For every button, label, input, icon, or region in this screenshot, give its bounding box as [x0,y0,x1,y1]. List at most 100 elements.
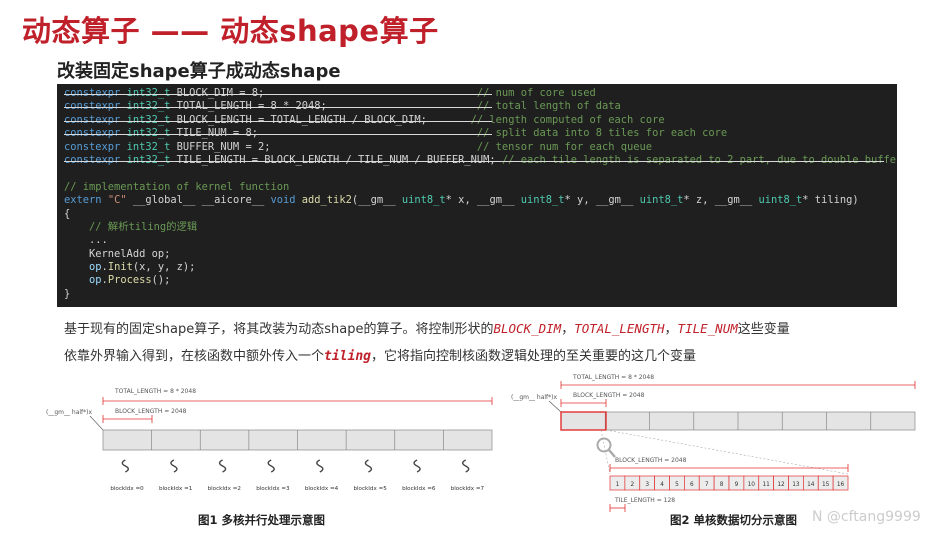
fig2-tile-number: 9 [735,482,739,488]
desc-var-total-length: TOTAL_LENGTH [574,321,665,336]
fig2-tile: 11 [758,475,774,491]
code-line-close-brace: } [64,287,71,300]
fig2-tile-number: 10 [748,482,756,488]
slide-title: 动态算子 —— 动态shape算子 [22,14,439,48]
code-line-init: op.Init(x, y, z); [89,261,196,274]
fig2-tile: 3 [639,475,655,491]
fig2-tile-number: 16 [837,482,845,488]
fig1-core-label: blockIdx =6 [402,486,436,492]
fig2-block-label: BLOCK_LENGTH = 2048 [573,392,645,399]
fig2-tile-number: 2 [630,482,634,488]
desc-text-1b: 这些变量 [737,322,790,337]
fig1-core-squiggle-icon [462,459,470,473]
fig1-core: blockIdx =2 [208,459,241,492]
fig2-input-label: (__gm__ half*)x [511,394,558,401]
fig1-core: blockIdx =3 [256,459,290,492]
fig1-core-groups: blockIdx =0 blockIdx =1 blockIdx =2 blockId… [110,459,485,492]
fig1-input-label: (__gm__ half*)x [46,409,93,416]
code-line-process: op.Process(); [89,274,171,287]
fig1-core-label: blockIdx =4 [305,486,339,492]
fig1-core-squiggle-icon [121,459,129,473]
code-line-kerneladd: KernelAdd op; [64,247,171,260]
fig2-tile-number: 5 [675,482,679,488]
fig1-core: blockIdx =0 [110,459,144,492]
figure-1-diagram: TOTAL_LENGTH = 8 * 2048 BLOCK_LENGTH = 2… [46,388,493,492]
desc-text-2b: ，它将指向控制核函数逻辑处理的至关重要的这几个变量 [370,349,696,364]
code-line-tiling-comment: // 解析tiling的逻辑 [89,220,198,233]
fig1-core: blockIdx =7 [451,459,485,492]
fig1-block-label: BLOCK_LENGTH = 2048 [115,408,187,415]
fig2-tile: 15 [817,475,834,491]
description-line-1: 基于现有的固定shape算子，将其改装为动态shape的算子。将控制形状的BLO… [64,318,790,337]
fig1-core-squiggle-icon [316,459,324,473]
fig2-tile: 13 [788,475,804,491]
fig2-tile: 6 [684,475,700,491]
fig2-tile: 14 [803,475,819,491]
fig1-core: blockIdx =5 [353,459,387,492]
fig2-input-leader [548,400,562,413]
fig2-tile: 2 [624,475,641,491]
fig1-total-label: TOTAL_LENGTH = 8 * 2048 [114,388,196,395]
fig2-tile-number: 6 [690,482,694,488]
desc-sep-1: ， [561,322,575,337]
code-line-ellipsis: ... [64,234,108,247]
fig2-tile: 12 [773,475,789,491]
fig2-tile-label: TILE_LENGTH = 128 [614,497,675,504]
code-line-open-brace: { [64,207,71,220]
desc-sep-2: ， [664,322,678,337]
desc-text-1a: 基于现有的固定shape算子，将其改装为动态shape的算子。将控制形状的 [64,322,494,337]
code-line-signature: extern "C" __global__ __aicore__ void ad… [64,194,859,207]
code-line-comment: // implementation of kernel function [64,180,290,193]
fig2-tile-number: 13 [792,482,800,488]
fig1-core: blockIdx =6 [402,459,436,492]
fig1-core: blockIdx =4 [305,459,339,492]
fig2-tile-number: 15 [822,482,830,488]
fig2-tile: 1 [609,475,626,491]
fig2-tile: 4 [654,475,670,491]
fig1-core-squiggle-icon [170,459,178,473]
code-line-tile-length: constexpr int32_t TILE_LENGTH = BLOCK_LE… [64,153,897,166]
code-block: constexpr int32_t BLOCK_DIM = 8; // num … [57,84,897,307]
fig1-core-squiggle-icon [413,459,421,473]
watermark: N @cftang9999 [812,509,921,525]
fig2-zoom-line-right [605,429,849,475]
fig1-core: blockIdx =1 [159,459,193,492]
code-line-tile-num: constexpr int32_t TILE_NUM = 8; // split… [64,127,897,140]
desc-var-block-dim: BLOCK_DIM [493,321,562,336]
fig2-zoom-block-label: BLOCK_LENGTH = 2048 [615,457,687,464]
fig1-core-label: blockIdx =7 [451,486,485,492]
code-line-buffer-num: constexpr int32_t BUFFER_NUM = 2; // ten… [64,140,653,153]
fig2-tile: 16 [832,475,849,491]
figure-1-caption: 图1 多核并行处理示意图 [198,513,326,527]
fig2-tile: 9 [728,475,745,491]
figure-2-caption: 图2 单核数据切分示意图 [670,513,798,527]
fig2-tile-number: 12 [777,482,785,488]
fig2-tile-number: 4 [660,482,664,488]
fig2-tile-number: 11 [762,482,770,488]
fig2-tile-strip: 1 2 3 4 5 6 7 8 9 10 11 12 13 14 15 16 [609,475,849,491]
section-subtitle: 改装固定shape算子成动态shape [57,61,341,82]
desc-var-tiling: tiling [324,349,371,364]
fig2-tile: 5 [669,475,685,491]
code-line-block-length: constexpr int32_t BLOCK_LENGTH = TOTAL_L… [64,114,897,127]
fig2-total-label: TOTAL_LENGTH = 8 * 2048 [572,374,654,381]
desc-text-2a: 依靠外界输入得到，在核函数中额外传入一个 [64,349,325,364]
fig1-input-leader [89,415,104,431]
figure-2-diagram: TOTAL_LENGTH = 8 * 2048 BLOCK_LENGTH = 2… [511,374,916,512]
fig1-core-label: blockIdx =0 [110,486,144,492]
desc-var-tile-num: TILE_NUM [677,321,738,336]
fig1-core-label: blockIdx =1 [159,486,193,492]
fig1-core-squiggle-icon [218,459,227,473]
fig2-tile: 7 [698,475,715,491]
fig2-tile-number: 14 [807,482,815,488]
fig2-tile-number: 1 [616,482,620,488]
fig1-core-label: blockIdx =3 [256,486,290,492]
fig2-tile: 10 [743,475,760,491]
fig2-tile-number: 8 [720,482,724,488]
fig2-tile-number: 3 [645,482,649,488]
fig1-core-label: blockIdx =2 [208,486,241,492]
fig2-tile-number: 7 [705,482,709,488]
fig2-tile: 8 [713,475,730,491]
code-line-total-length: constexpr int32_t TOTAL_LENGTH = 8 * 204… [64,100,897,113]
